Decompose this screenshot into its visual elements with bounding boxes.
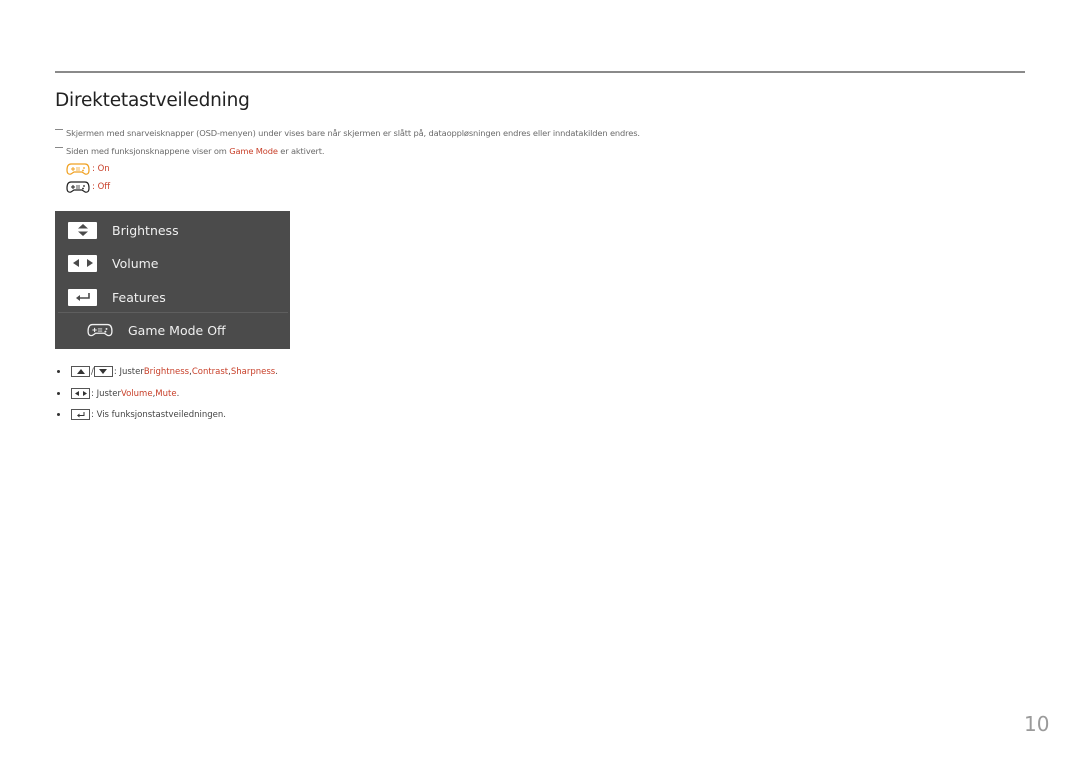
note-text: Skjermen med snarveisknapper (OSD-menyen… (66, 128, 640, 138)
legend-off-label: : Off (92, 182, 111, 192)
left-right-arrows-icon (72, 259, 93, 267)
note-osd: Skjermen med snarveisknapper (OSD-menyen… (55, 128, 640, 138)
period: . (176, 388, 180, 399)
bullet-brightness: / : Juster Brightness, Contrast, Sharpne… (57, 366, 278, 377)
note-dash (55, 129, 63, 130)
sharpness-link: Sharpness (230, 366, 276, 377)
note-text: er aktivert. (277, 146, 325, 156)
note-game-mode: Siden med funksjonsknappene viser om Gam… (55, 146, 325, 156)
up-key-icon (71, 366, 90, 377)
gamepad-on-icon (66, 163, 90, 175)
bullet-features: : Vis funksjonstastveiledningen. (57, 409, 226, 420)
mute-link: Mute (155, 388, 177, 399)
bullet-dot (57, 392, 60, 395)
bullet-dot (57, 413, 60, 416)
osd-item-game-mode[interactable]: Game Mode Off (55, 318, 290, 342)
osd-label: Brightness (112, 222, 179, 238)
osd-item-volume[interactable]: Volume (55, 251, 290, 275)
enter-key (68, 288, 97, 306)
bullet-dot (57, 370, 60, 373)
legend-game-off: : Off (66, 180, 110, 194)
osd-item-features[interactable]: Features (55, 285, 290, 309)
up-down-key (68, 221, 97, 239)
enter-key-icon (71, 409, 90, 420)
enter-icon (75, 293, 90, 301)
brightness-link: Brightness (143, 366, 190, 377)
gamepad-off-icon (66, 181, 90, 193)
down-key-icon (93, 366, 113, 377)
period: . (275, 366, 278, 377)
gamepad-icon (87, 323, 113, 337)
osd-item-brightness[interactable]: Brightness (55, 218, 290, 242)
page-number: 10 (1024, 712, 1050, 736)
note-text: Siden med funksjonsknappene viser om (66, 146, 230, 156)
game-mode-link: Game Mode (229, 146, 278, 156)
osd-label: Features (112, 289, 166, 305)
bullet-text: : Juster (91, 388, 121, 399)
header-rule (55, 71, 1025, 73)
note-dash (55, 147, 63, 148)
legend-on-label: : On (92, 164, 110, 174)
legend-game-on: : On (66, 162, 110, 176)
osd-panel: Brightness Volume Features Game Mode Off (55, 211, 290, 349)
left-right-key-icon (71, 388, 90, 399)
page-title: Direktetastveiledning (55, 90, 250, 111)
volume-link: Volume (120, 388, 153, 399)
up-down-arrows-icon (77, 224, 88, 236)
osd-label: Volume (112, 255, 159, 271)
contrast-link: Contrast (191, 366, 229, 377)
osd-divider (58, 312, 288, 313)
game-mode-label: Game Mode Off (128, 322, 226, 338)
bullet-text: : Vis funksjonstastveiledningen. (91, 409, 226, 420)
left-right-key (68, 254, 97, 272)
bullet-volume: : Juster Volume, Mute. (57, 388, 179, 399)
bullet-text: : Juster (113, 366, 144, 377)
